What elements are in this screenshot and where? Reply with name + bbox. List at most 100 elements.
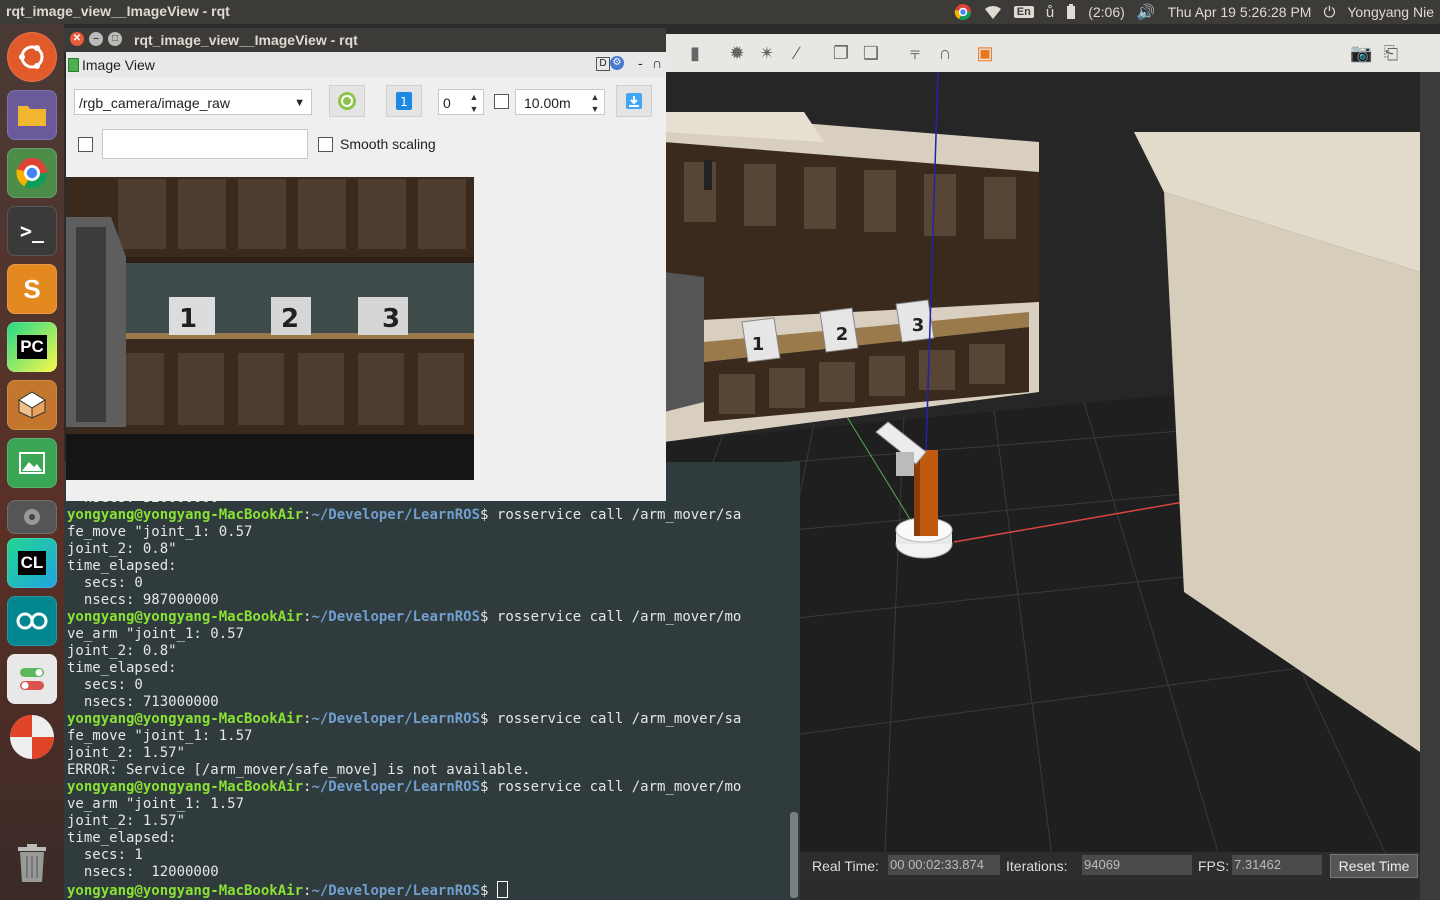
point-light-icon[interactable]: ✴ [756,42,778,64]
bluetooth-icon[interactable]: ů [1046,4,1054,21]
terminal-output[interactable]: nsecs: 320000000yongyang@yongyang-MacBoo… [67,490,741,900]
terminal-output-line: ERROR: Service [/arm_mover/safe_move] is… [67,762,531,778]
terminal-icon[interactable]: >_ [7,206,57,256]
wifi-icon[interactable] [984,4,1002,20]
smooth-scaling-label: Smooth scaling [340,136,436,152]
active-window-title: rqt_image_view__ImageView - rqt [6,3,230,19]
chevron-down-icon: ▼ [294,97,305,109]
number-spinbox[interactable]: 0 ▲ ▼ [438,89,484,115]
fps-label: FPS: [1198,858,1230,874]
distance-spinbox[interactable]: 10.00m ▲ ▼ [515,89,605,115]
image-view-plugin-icon [68,58,79,72]
camera-box-2-label: 2 [281,304,299,334]
clion-icon[interactable]: CL [7,538,57,588]
help-icon[interactable]: D [596,57,610,71]
smooth-scaling-checkbox[interactable] [318,137,333,152]
volume-icon[interactable]: 🔊 [1137,3,1156,21]
distance-value: 10.00m [524,95,571,111]
reload-icon[interactable]: ⚙ [610,56,624,70]
terminal-cursor [496,881,508,898]
prompt-command: $ rosservice call /arm_mover/mo [480,609,742,625]
rotate-checkbox[interactable] [494,94,509,109]
terminal-output-line: secs: 1 [67,847,143,863]
terminal-output-line: ve_arm "joint_1: 1.57 [67,796,245,812]
disk-icon[interactable] [7,500,57,534]
gazebo-right-panel[interactable] [1420,72,1440,900]
dock-float-icon[interactable]: ∩ [652,55,662,71]
dock-minimize-icon[interactable]: - [638,55,643,71]
settings-toggle-icon[interactable] [7,654,57,704]
launcher: >_ S PC CL [0,24,64,900]
terminal-output-line: nsecs: 713000000 [67,694,219,710]
prompt-user: yongyang@yongyang-MacBookAir [67,779,304,795]
number-value: 0 [443,95,451,111]
maximize-button[interactable]: □ [108,32,122,46]
log-icon[interactable]: ⎗ [1380,42,1402,64]
trash-icon[interactable] [7,838,57,888]
terminal-scrollbar[interactable] [790,812,798,898]
topic-select[interactable]: /rgb_camera/image_raw ▼ [74,89,312,115]
directional-light-icon[interactable]: ∕ [786,42,808,64]
top-panel: rqt_image_view__ImageView - rqt En ů (2:… [0,0,1440,24]
terminal-output-line: time_elapsed: [67,558,177,574]
keyboard-layout-indicator[interactable]: En [1013,6,1034,18]
mouse-publish-checkbox[interactable] [78,137,93,152]
prompt-command: $ rosservice call /arm_mover/sa [480,507,742,523]
prompt-user: yongyang@yongyang-MacBookAir [67,609,304,625]
clock[interactable]: Thu Apr 19 5:26:28 PM [1167,4,1311,20]
ubuntu-dash-icon[interactable] [7,32,57,82]
image-viewer-icon[interactable] [7,438,57,488]
sun-light-icon[interactable]: ✹ [726,42,748,64]
blender-icon[interactable] [7,380,57,430]
copy-icon[interactable]: ❐ [830,42,852,64]
publish-topic-input[interactable] [102,129,308,159]
align-icon[interactable]: ⫧ [904,42,926,64]
iterations-label: Iterations: [1006,858,1068,874]
dock-titlebar[interactable]: Image View D ⚙ - ∩ [66,52,666,78]
camera-box-1-label: 1 [179,304,197,334]
close-button[interactable]: ✕ [70,32,84,46]
terminal-prompt-line: yongyang@yongyang-MacBookAir:~/Developer… [67,711,742,727]
number-spin-arrows-icon[interactable]: ▲ ▼ [467,91,481,115]
chrome-icon[interactable] [7,148,57,198]
save-image-button[interactable] [616,85,652,117]
prompt-user: yongyang@yongyang-MacBookAir [67,507,304,523]
terminal-output-line: joint_2: 1.57" [67,813,186,829]
pycharm-icon[interactable]: PC [7,322,57,372]
reset-time-button[interactable]: Reset Time [1330,854,1418,878]
refresh-topics-button[interactable] [329,85,365,117]
clion-label: CL [17,551,47,575]
battery-icon[interactable] [1066,4,1076,20]
view-angle-icon[interactable]: ▣ [974,42,996,64]
chrome-indicator-icon[interactable] [954,3,972,21]
screenshot-icon[interactable]: 📷 [1350,42,1372,64]
pycharm-label: PC [17,335,47,359]
prompt-command: $ [480,883,497,899]
files-icon[interactable] [7,90,57,140]
terminal-output-line: ve_arm "joint_1: 0.57 [67,626,245,642]
scene-box-3: 3 [895,299,935,343]
distance-spin-arrows-icon[interactable]: ▲ ▼ [588,91,602,115]
scene-box-3-label: 3 [912,315,925,336]
battery-time[interactable]: (2:06) [1088,4,1125,20]
fps-value: 7.31462 [1232,855,1322,875]
disk-usage-icon[interactable] [7,712,57,762]
user-name[interactable]: Yongyang Nie [1347,4,1434,20]
terminal-output-line: joint_2: 1.57" [67,745,186,761]
real-time-value: 00 00:02:33.874 [888,855,1000,875]
snap-icon[interactable]: ∩ [934,42,956,64]
cylinder-icon[interactable]: ▮ [684,42,706,64]
camera-image[interactable]: 1 2 3 [66,177,474,480]
minimize-button[interactable]: – [89,32,103,46]
paste-icon[interactable]: ❑ [860,42,882,64]
sublime-text-icon[interactable]: S [7,264,57,314]
topic-value: /rgb_camera/image_raw [79,95,230,111]
terminal-window[interactable]: nsecs: 320000000yongyang@yongyang-MacBoo… [64,462,800,900]
zoom-one-button[interactable]: 1 [386,85,422,117]
terminal-output-line: secs: 0 [67,575,143,591]
svg-text:1: 1 [400,95,408,109]
arduino-icon[interactable] [7,596,57,646]
session-icon[interactable]: ⏻ [1323,4,1335,21]
rqt-titlebar[interactable]: ✕ – □ rqt_image_view__ImageView - rqt [64,28,666,52]
scene-box-1: 1 [741,317,781,363]
